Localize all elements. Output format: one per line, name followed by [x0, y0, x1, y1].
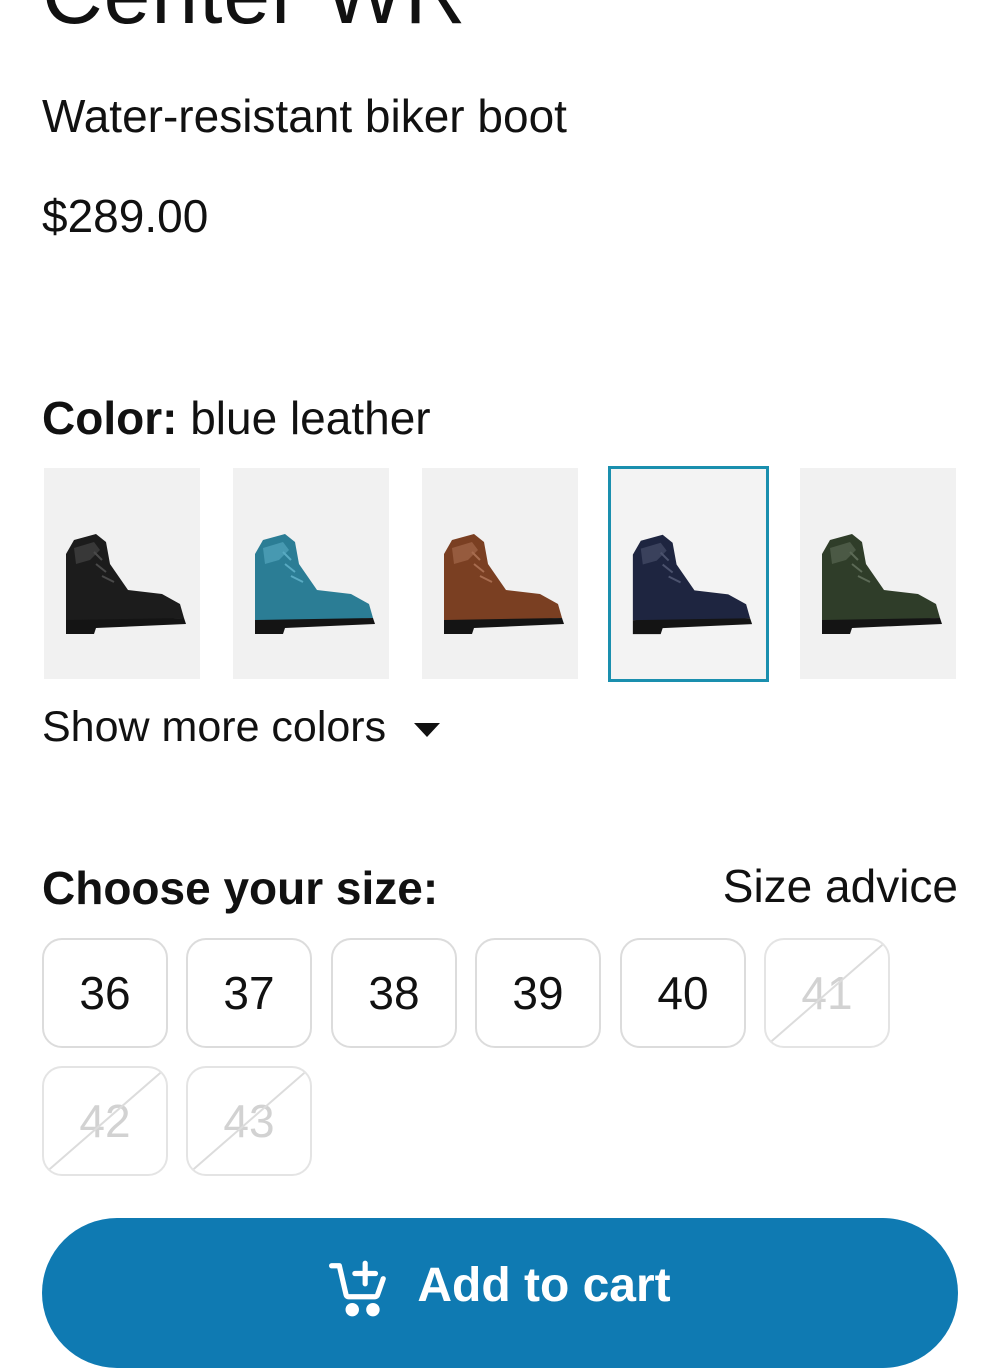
size-option[interactable]: 40 — [620, 938, 746, 1048]
size-option[interactable]: 37 — [186, 938, 312, 1048]
boot-image — [822, 534, 942, 634]
size-option-unavailable[interactable]: 41 — [764, 938, 890, 1048]
boot-shape — [444, 618, 564, 634]
boot-image — [255, 534, 375, 634]
boot-image — [66, 534, 186, 634]
size-option-unavailable[interactable]: 43 — [186, 1066, 312, 1176]
color-swatch[interactable] — [800, 468, 956, 679]
add-to-cart-label: Add to cart — [417, 1259, 671, 1312]
product-title: Center WR — [42, 0, 466, 36]
show-more-colors-label: Show more colors — [42, 703, 387, 751]
color-swatch[interactable] — [44, 468, 200, 679]
add-to-cart-icon — [329, 1260, 387, 1317]
show-more-colors-button[interactable]: Show more colors — [42, 702, 441, 752]
boot-shape — [822, 618, 942, 634]
size-option[interactable]: 38 — [331, 938, 457, 1048]
add-to-cart-button[interactable]: Add to cart — [42, 1218, 958, 1368]
boot-image — [632, 534, 753, 635]
color-swatch[interactable] — [608, 466, 769, 682]
size-option[interactable]: 39 — [475, 938, 601, 1048]
size-heading: Choose your size: — [42, 862, 439, 914]
caret-down-icon — [414, 722, 441, 737]
boot-shape — [632, 618, 753, 635]
size-option-unavailable[interactable]: 42 — [42, 1066, 168, 1176]
size-advice-link[interactable]: Size advice — [723, 860, 958, 912]
selected-color-name: blue leather — [190, 392, 431, 444]
product-price: $289.00 — [42, 190, 209, 242]
size-option[interactable]: 36 — [42, 938, 168, 1048]
color-label: Color: — [42, 392, 178, 444]
boot-image — [444, 534, 564, 634]
product-subtitle: Water-resistant biker boot — [42, 90, 567, 142]
color-selection-label: Color: blue leather — [42, 392, 431, 444]
color-swatch[interactable] — [233, 468, 389, 679]
boot-shape — [66, 618, 186, 634]
boot-shape — [255, 618, 375, 634]
color-swatch[interactable] — [422, 468, 578, 679]
